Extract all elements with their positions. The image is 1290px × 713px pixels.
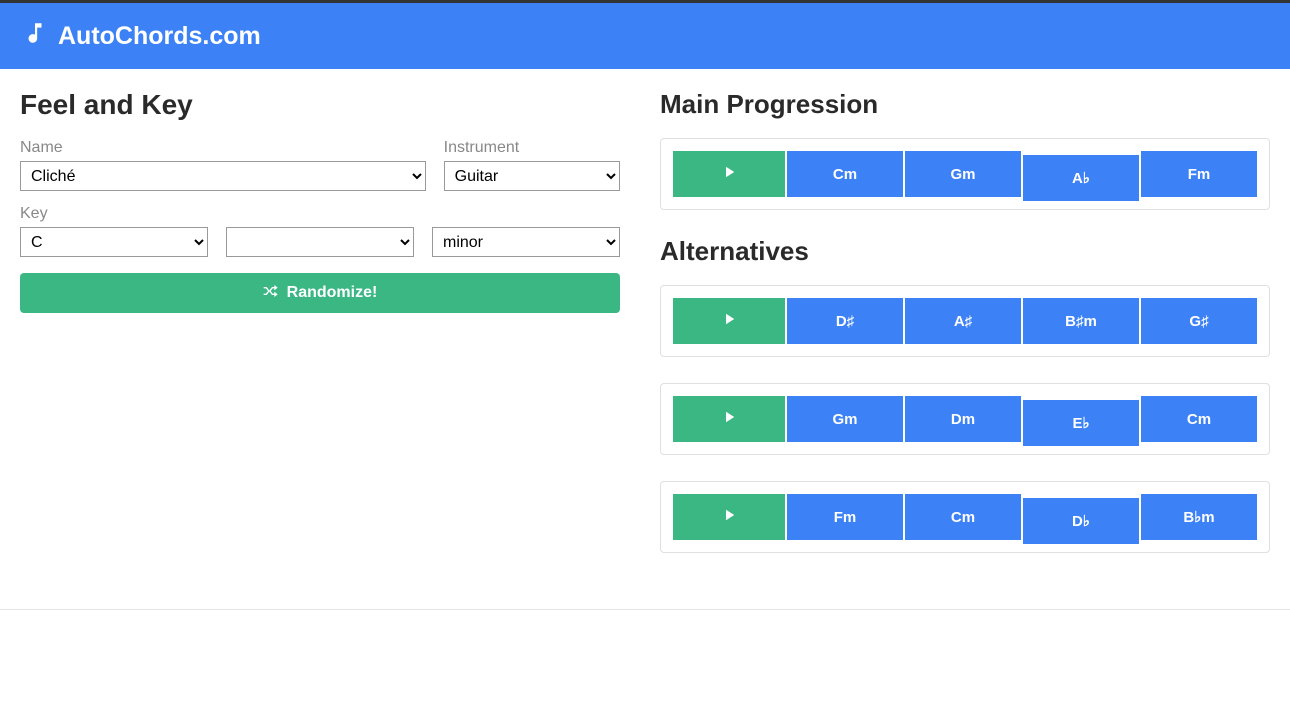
main-container: Feel and Key Name Cliché Instrument Guit… xyxy=(0,69,1290,599)
key-group: Key C minor xyxy=(20,205,620,257)
play-icon xyxy=(720,506,738,529)
key-note-select[interactable]: C xyxy=(20,227,208,257)
chord-cell[interactable]: Dm xyxy=(905,396,1021,442)
instrument-group: Instrument Guitar xyxy=(444,139,620,191)
topbar: AutoChords.com xyxy=(0,3,1290,69)
alternatives-title: Alternatives xyxy=(660,236,1270,267)
play-button[interactable] xyxy=(673,494,785,540)
right-panel: Main Progression Cm Gm A♭ Fm Alternative… xyxy=(660,89,1270,579)
main-progression-card: Cm Gm A♭ Fm xyxy=(660,138,1270,210)
chord-cell[interactable]: Fm xyxy=(1141,151,1257,197)
left-panel: Feel and Key Name Cliché Instrument Guit… xyxy=(20,89,640,579)
key-accidental-select[interactable] xyxy=(226,227,414,257)
footer-divider xyxy=(0,609,1290,610)
chord-cell[interactable]: A♭ xyxy=(1023,155,1139,201)
feel-and-key-title: Feel and Key xyxy=(20,89,620,121)
alt-progression-card: Fm Cm D♭ B♭m xyxy=(660,481,1270,553)
chord-cell[interactable]: D♯ xyxy=(787,298,903,344)
key-row: C minor xyxy=(20,227,620,257)
chord-cell[interactable]: E♭ xyxy=(1023,400,1139,446)
chord-cell[interactable]: D♭ xyxy=(1023,498,1139,544)
chord-cell[interactable]: B♭m xyxy=(1141,494,1257,540)
chord-cell[interactable]: Gm xyxy=(787,396,903,442)
play-button[interactable] xyxy=(673,151,785,197)
chord-cell[interactable]: G♯ xyxy=(1141,298,1257,344)
chord-cell[interactable]: Cm xyxy=(787,151,903,197)
row-name-instrument: Name Cliché Instrument Guitar xyxy=(20,139,620,191)
chord-cell[interactable]: Gm xyxy=(905,151,1021,197)
name-label: Name xyxy=(20,139,426,157)
play-icon xyxy=(720,408,738,431)
name-group: Name Cliché xyxy=(20,139,426,191)
chord-cell[interactable]: A♯ xyxy=(905,298,1021,344)
randomize-label: Randomize! xyxy=(287,284,378,302)
site-name: AutoChords.com xyxy=(58,22,261,51)
chord-cell[interactable]: Cm xyxy=(1141,396,1257,442)
play-icon xyxy=(720,310,738,333)
alt-chord-row: Fm Cm D♭ B♭m xyxy=(673,494,1257,540)
main-progression-title: Main Progression xyxy=(660,89,1270,120)
alt-chord-row: D♯ A♯ B♯m G♯ xyxy=(673,298,1257,344)
instrument-label: Instrument xyxy=(444,139,620,157)
main-chord-row: Cm Gm A♭ Fm xyxy=(673,151,1257,197)
instrument-select[interactable]: Guitar xyxy=(444,161,620,191)
shuffle-icon xyxy=(263,283,279,304)
play-icon xyxy=(720,163,738,186)
play-button[interactable] xyxy=(673,396,785,442)
chord-cell[interactable]: Fm xyxy=(787,494,903,540)
chord-cell[interactable]: Cm xyxy=(905,494,1021,540)
alt-chord-row: Gm Dm E♭ Cm xyxy=(673,396,1257,442)
play-button[interactable] xyxy=(673,298,785,344)
alt-progression-card: D♯ A♯ B♯m G♯ xyxy=(660,285,1270,357)
alt-progression-card: Gm Dm E♭ Cm xyxy=(660,383,1270,455)
site-logo[interactable]: AutoChords.com xyxy=(22,20,261,53)
music-note-icon xyxy=(22,20,48,53)
randomize-button[interactable]: Randomize! xyxy=(20,273,620,313)
key-label: Key xyxy=(20,205,620,223)
chord-cell[interactable]: B♯m xyxy=(1023,298,1139,344)
key-mode-select[interactable]: minor xyxy=(432,227,620,257)
name-select[interactable]: Cliché xyxy=(20,161,426,191)
